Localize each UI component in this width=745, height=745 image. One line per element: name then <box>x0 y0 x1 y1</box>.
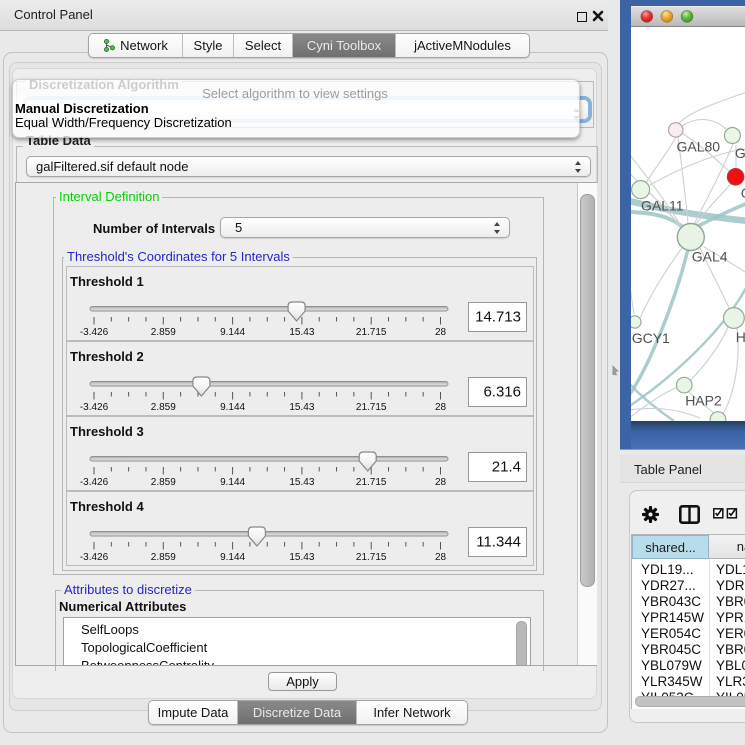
svg-text:-3.426: -3.426 <box>80 552 109 563</box>
svg-text:-3.426: -3.426 <box>80 477 109 488</box>
svg-text:21.715: 21.715 <box>356 477 387 488</box>
svg-text:21.715: 21.715 <box>356 552 387 563</box>
svg-text:9.144: 9.144 <box>220 402 245 413</box>
svg-text:28: 28 <box>435 552 447 563</box>
svg-text:15.43: 15.43 <box>289 477 314 488</box>
svg-text:GAL7: GAL7 <box>735 145 745 161</box>
svg-text:21.715: 21.715 <box>356 402 387 413</box>
svg-text:9.144: 9.144 <box>220 552 245 563</box>
svg-text:2.859: 2.859 <box>151 402 176 413</box>
svg-text:15.43: 15.43 <box>289 327 314 338</box>
svg-text:HIS: HIS <box>736 329 745 345</box>
svg-text:28: 28 <box>435 327 447 338</box>
svg-text:15.43: 15.43 <box>289 402 314 413</box>
svg-text:-3.426: -3.426 <box>80 402 109 413</box>
svg-text:9.144: 9.144 <box>220 477 245 488</box>
svg-text:GCY1: GCY1 <box>632 330 670 346</box>
svg-text:GAL11: GAL11 <box>641 198 684 214</box>
svg-text:15.43: 15.43 <box>289 552 314 563</box>
svg-text:9.144: 9.144 <box>220 327 245 338</box>
svg-text:2.859: 2.859 <box>151 552 176 563</box>
svg-text:G: G <box>741 185 745 201</box>
svg-text:GAL4: GAL4 <box>692 249 728 265</box>
svg-text:GAL80: GAL80 <box>677 139 721 155</box>
svg-text:2.859: 2.859 <box>151 477 176 488</box>
svg-text:28: 28 <box>435 477 447 488</box>
svg-text:HAP2: HAP2 <box>685 393 722 409</box>
svg-text:-3.426: -3.426 <box>80 327 109 338</box>
svg-text:2.859: 2.859 <box>151 327 176 338</box>
svg-text:28: 28 <box>435 402 447 413</box>
svg-text:21.715: 21.715 <box>356 327 387 338</box>
